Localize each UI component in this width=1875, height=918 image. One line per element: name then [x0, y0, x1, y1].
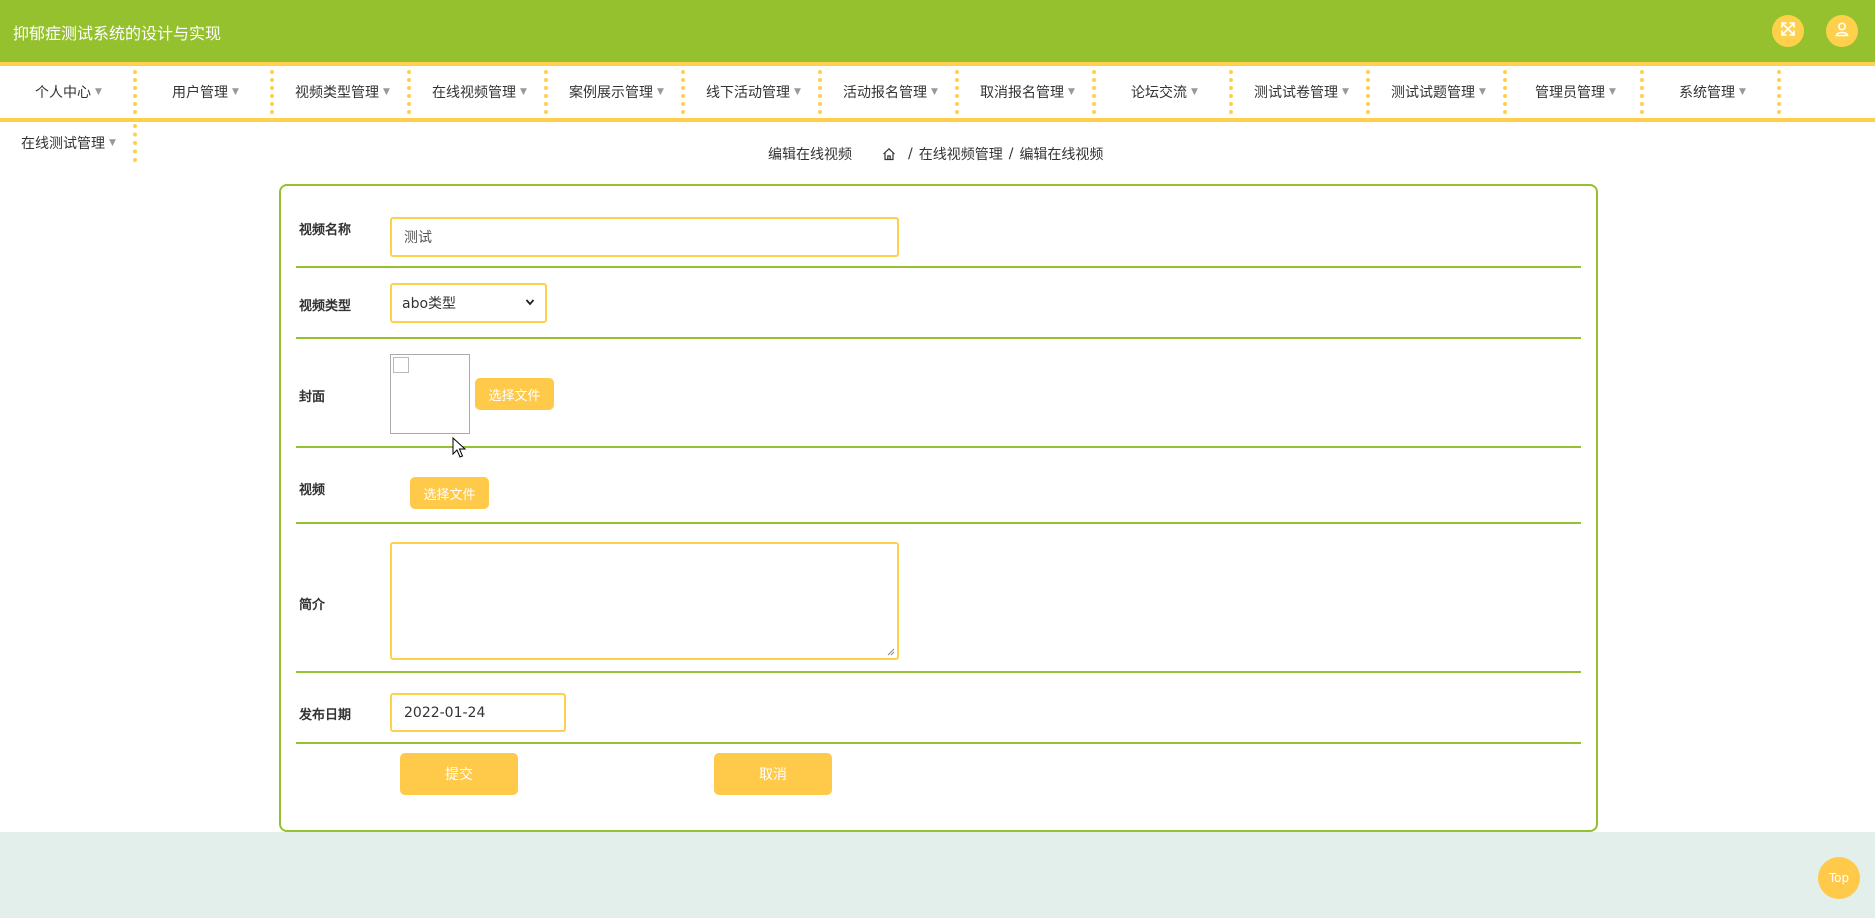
caret-down-icon: ▼ — [1479, 87, 1486, 97]
video-type-value: abo类型 — [402, 296, 457, 312]
form-row-cover: 封面 选择文件 — [296, 339, 1581, 448]
form-row-video-name: 视频名称 — [296, 186, 1581, 268]
caret-down-icon: ▼ — [657, 87, 664, 97]
breadcrumb-item-edit-online-video: 编辑在线视频 — [1019, 147, 1104, 163]
nav-item-online-test-management[interactable]: 在线测试管理 ▼ — [0, 122, 137, 164]
video-name-label: 视频名称 — [299, 223, 352, 238]
breadcrumb: 编辑在线视频 / 在线视频管理 / 编辑在线视频 — [768, 144, 1103, 164]
resize-grip-icon[interactable] — [887, 648, 895, 656]
nav-item-online-video-management[interactable]: 在线视频管理 ▼ — [411, 66, 548, 118]
breadcrumb-separator: / — [908, 146, 913, 162]
main-nav: 个人中心 ▼ 用户管理 ▼ 视频类型管理 ▼ 在线视频管理 ▼ 案例展示管理 ▼ 线下活动… — [0, 62, 1875, 122]
caret-down-icon: ▼ — [931, 87, 938, 97]
form-row-intro: 简介 — [296, 524, 1581, 673]
caret-down-icon: ▼ — [1191, 87, 1198, 97]
nav-item-personal-center[interactable]: 个人中心 ▼ — [0, 66, 137, 118]
cover-choose-file-button[interactable]: 选择文件 — [475, 378, 554, 410]
intro-textarea[interactable] — [390, 542, 899, 660]
caret-down-icon: ▼ — [1342, 87, 1349, 97]
page-title: 编辑在线视频 — [768, 147, 852, 163]
nav-item-forum[interactable]: 论坛交流 ▼ — [1096, 66, 1233, 118]
publish-date-label: 发布日期 — [299, 708, 352, 723]
caret-down-icon: ▼ — [383, 87, 390, 97]
caret-down-icon: ▼ — [794, 87, 801, 97]
cancel-button[interactable]: 取消 — [714, 753, 832, 795]
nav-item-admin-management[interactable]: 管理员管理 ▼ — [1507, 66, 1644, 118]
intro-label: 简介 — [299, 598, 326, 613]
top-header: 抑郁症测试系统的设计与实现 — [0, 0, 1875, 62]
form-row-publish-date: 发布日期 2022-01-24 — [296, 673, 1581, 744]
mouse-cursor-icon — [452, 437, 466, 458]
back-to-top-button[interactable]: Top — [1818, 857, 1860, 899]
nav-item-activity-signup-management[interactable]: 活动报名管理 ▼ — [822, 66, 959, 118]
caret-down-icon: ▼ — [1068, 87, 1075, 97]
video-choose-file-button[interactable]: 选择文件 — [410, 477, 489, 509]
nav-item-video-type-management[interactable]: 视频类型管理 ▼ — [274, 66, 411, 118]
nav-item-system-management[interactable]: 系统管理 ▼ — [1644, 66, 1781, 118]
caret-down-icon: ▼ — [1739, 87, 1746, 97]
caret-down-icon: ▼ — [232, 87, 239, 97]
user-button[interactable] — [1826, 15, 1858, 47]
app-title: 抑郁症测试系统的设计与实现 — [13, 24, 222, 43]
breadcrumb-separator: / — [1008, 146, 1014, 162]
cover-label: 封面 — [299, 390, 326, 405]
nav-item-case-display-management[interactable]: 案例展示管理 ▼ — [548, 66, 685, 118]
form-row-video: 视频 选择文件 — [296, 448, 1581, 524]
caret-down-icon: ▼ — [95, 87, 102, 97]
home-icon[interactable] — [882, 147, 896, 161]
nav-item-test-paper-management[interactable]: 测试试卷管理 ▼ — [1233, 66, 1370, 118]
nav-item-user-management[interactable]: 用户管理 ▼ — [137, 66, 274, 118]
chevron-down-icon — [525, 295, 535, 311]
video-type-select[interactable]: abo类型 — [390, 283, 547, 323]
form-row-video-type: 视频类型 abo类型 — [296, 268, 1581, 339]
cover-image-preview — [390, 354, 470, 434]
nav-item-cancel-signup-management[interactable]: 取消报名管理 ▼ — [959, 66, 1096, 118]
publish-date-input[interactable]: 2022-01-24 — [390, 693, 566, 732]
caret-down-icon: ▼ — [109, 138, 116, 148]
expand-icon — [1780, 21, 1796, 41]
footer-band — [0, 832, 1875, 918]
fullscreen-button[interactable] — [1772, 15, 1804, 47]
video-type-label: 视频类型 — [299, 299, 352, 314]
edit-form-card: 视频名称 视频类型 abo类型 封面 选择文件 视频 选择文件 简介 发布日期 — [279, 184, 1598, 832]
user-icon — [1834, 21, 1850, 41]
video-label: 视频 — [299, 483, 326, 498]
nav-item-offline-activity-management[interactable]: 线下活动管理 ▼ — [685, 66, 822, 118]
broken-image-icon — [393, 357, 409, 373]
nav-item-test-question-management[interactable]: 测试试题管理 ▼ — [1370, 66, 1507, 118]
video-name-input[interactable] — [390, 217, 899, 257]
submit-button[interactable]: 提交 — [400, 753, 518, 795]
caret-down-icon: ▼ — [520, 87, 527, 97]
caret-down-icon: ▼ — [1609, 87, 1616, 97]
breadcrumb-item-online-video-management[interactable]: 在线视频管理 — [919, 144, 1003, 164]
